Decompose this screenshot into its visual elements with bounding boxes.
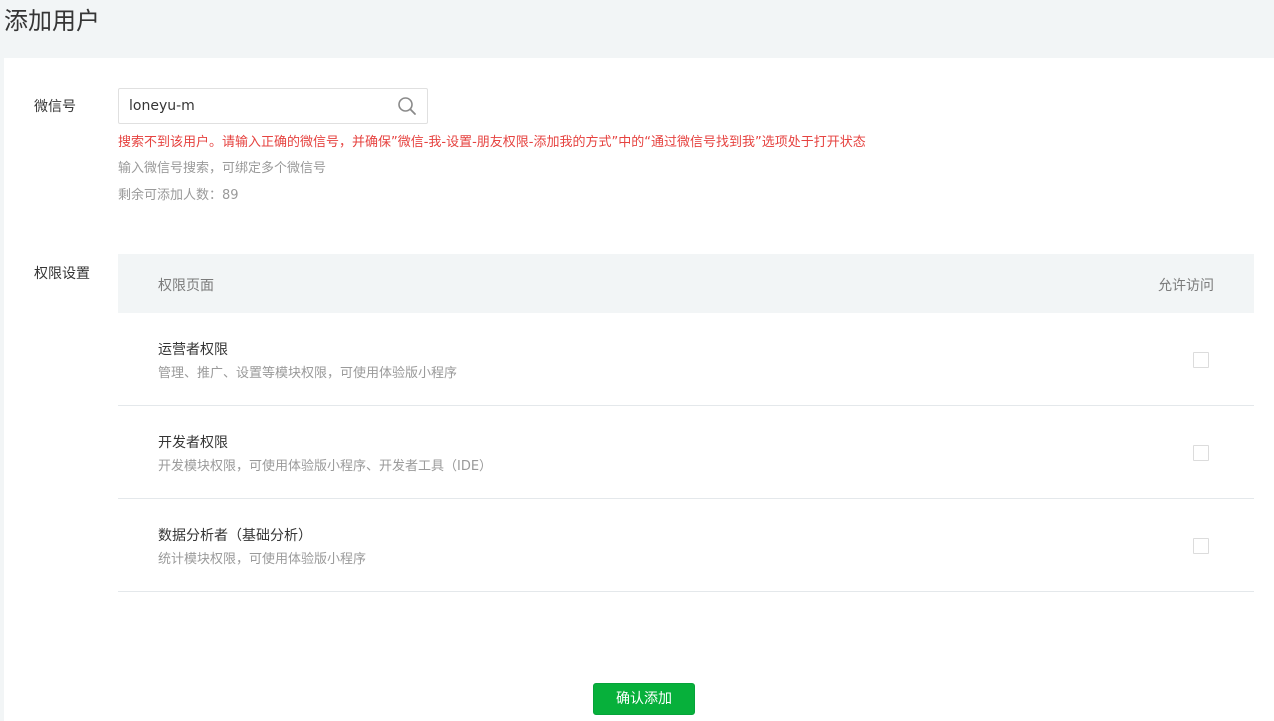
permission-description: 开发模块权限，可使用体验版小程序、开发者工具（IDE） xyxy=(158,459,493,474)
remaining-count: 剩余可添加人数：89 xyxy=(118,188,239,203)
permission-row-data-analyst: 数据分析者（基础分析） 统计模块权限，可使用体验版小程序 xyxy=(118,499,1254,592)
permission-table-header: 权限页面 允许访问 xyxy=(118,254,1254,313)
permission-table: 权限页面 允许访问 运营者权限 管理、推广、设置等模块权限，可使用体验版小程序 … xyxy=(118,254,1254,592)
permission-row-developer: 开发者权限 开发模块权限，可使用体验版小程序、开发者工具（IDE） xyxy=(118,406,1254,499)
developer-permission-checkbox[interactable] xyxy=(1193,445,1209,461)
column-allow-access: 允许访问 xyxy=(1158,278,1214,294)
wechat-id-input[interactable] xyxy=(129,89,389,123)
permission-title: 数据分析者（基础分析） xyxy=(158,528,312,544)
permission-description: 管理、推广、设置等模块权限，可使用体验版小程序 xyxy=(158,366,458,381)
permission-row-operator: 运营者权限 管理、推广、设置等模块权限，可使用体验版小程序 xyxy=(118,313,1254,406)
confirm-add-button[interactable]: 确认添加 xyxy=(593,683,695,715)
page-title: 添加用户 xyxy=(4,7,100,35)
operator-permission-checkbox[interactable] xyxy=(1193,352,1209,368)
permission-description: 统计模块权限，可使用体验版小程序 xyxy=(158,552,367,567)
search-hint: 输入微信号搜索，可绑定多个微信号 xyxy=(118,161,327,176)
data-analyst-permission-checkbox[interactable] xyxy=(1193,538,1209,554)
permission-title: 运营者权限 xyxy=(158,342,228,358)
column-permission-page: 权限页面 xyxy=(158,278,214,294)
permission-title: 开发者权限 xyxy=(158,435,228,451)
wechat-id-label: 微信号 xyxy=(34,99,76,115)
wechat-search-box[interactable] xyxy=(118,88,428,124)
search-error-message: 搜索不到该用户。请输入正确的微信号，并确保”微信-我-设置-朋友权限-添加我的方… xyxy=(118,135,866,150)
add-user-panel: 微信号 搜索不到该用户。请输入正确的微信号，并确保”微信-我-设置-朋友权限-添… xyxy=(4,58,1274,721)
permission-settings-label: 权限设置 xyxy=(34,266,90,282)
search-icon[interactable] xyxy=(397,96,417,116)
